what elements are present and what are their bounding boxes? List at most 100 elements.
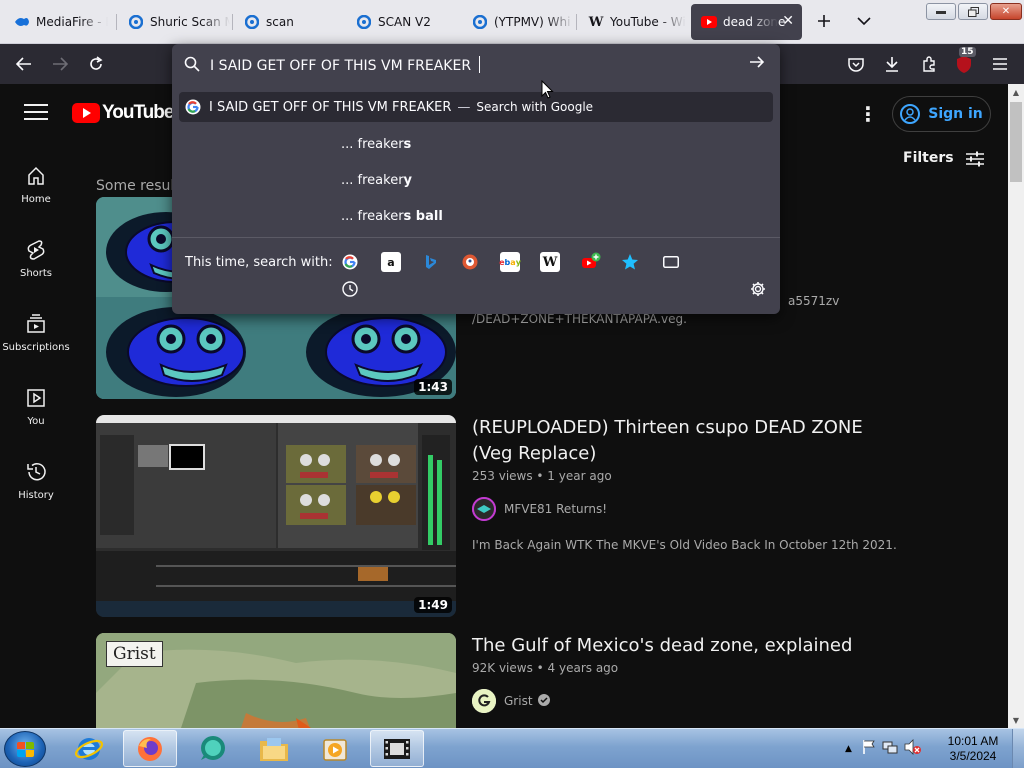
back-arrow-icon[interactable] — [12, 52, 36, 76]
sidebar-item-home[interactable]: Home — [0, 164, 72, 205]
history-clock-icon[interactable] — [342, 281, 360, 299]
amazon-engine-icon[interactable]: a — [381, 252, 401, 272]
firefox-swirl-icon — [128, 14, 144, 30]
verified-badge-icon — [537, 693, 550, 709]
more-options-icon[interactable]: ⋮ — [858, 102, 878, 126]
restore-window-button[interactable] — [958, 3, 988, 20]
channel-link[interactable]: MFVE81 Returns! — [472, 497, 607, 521]
scrollbar-thumb[interactable] — [1010, 102, 1022, 182]
youtube-icon — [701, 14, 717, 30]
chat-app-taskbar-icon[interactable] — [185, 730, 239, 767]
wikipedia-engine-icon[interactable]: W — [540, 252, 560, 272]
downloads-icon[interactable] — [880, 52, 904, 76]
start-button[interactable] — [4, 731, 46, 767]
scroll-up-icon[interactable]: ▲ — [1008, 84, 1024, 100]
file-explorer-taskbar-icon[interactable] — [247, 730, 301, 767]
home-icon — [24, 164, 48, 188]
search-suggestion-main[interactable]: I SAID GET OFF OF THIS VM FREAKER — Sear… — [179, 92, 773, 122]
minimize-window-button[interactable] — [926, 3, 956, 20]
media-player-taskbar-icon[interactable] — [308, 730, 362, 767]
pocket-icon[interactable] — [844, 52, 868, 76]
tab-scan-v2[interactable]: SCAN V2 — [346, 4, 458, 40]
sidebar-label: Home — [21, 194, 51, 205]
search-icon — [184, 56, 200, 76]
sign-in-button[interactable]: Sign in — [892, 96, 991, 132]
video-title[interactable]: The Gulf of Mexico's dead zone, explaine… — [472, 633, 892, 659]
extension-badge: 15 — [959, 47, 976, 57]
address-bar[interactable]: I SAID GET OFF OF THIS VM FREAKER — [172, 44, 780, 84]
reload-icon[interactable] — [84, 52, 108, 76]
tabs-icon[interactable] — [661, 252, 681, 272]
sidebar-label: Subscriptions — [2, 342, 70, 353]
duckduckgo-engine-icon[interactable] — [460, 252, 480, 272]
scroll-down-icon[interactable]: ▼ — [1008, 712, 1024, 728]
ebay-engine-icon[interactable]: ebay — [499, 252, 521, 272]
show-hidden-icons-icon[interactable]: ▲ — [845, 744, 852, 754]
list-all-tabs-button[interactable] — [853, 10, 875, 32]
history-icon — [24, 460, 48, 484]
video-meta: 253 views • 1 year ago — [472, 469, 612, 483]
video-title[interactable]: (REUPLOADED) Thirteen csupo DEAD ZONE (V… — [472, 415, 892, 467]
sidebar-label: Shorts — [19, 268, 53, 279]
subscriptions-icon — [24, 312, 48, 336]
firefox-taskbar-icon[interactable] — [123, 730, 177, 767]
tab-title: SCAN V2 — [378, 15, 431, 29]
show-desktop-button[interactable] — [1012, 729, 1024, 768]
google-engine-icon[interactable] — [340, 252, 360, 272]
new-tab-button[interactable] — [813, 10, 835, 32]
bing-engine-icon[interactable] — [421, 252, 441, 272]
close-window-button[interactable]: ✕ — [990, 3, 1022, 20]
bookmarks-star-icon[interactable] — [620, 252, 640, 272]
filters-button[interactable]: Filters — [903, 150, 984, 167]
film-editor-taskbar-icon[interactable] — [370, 730, 424, 767]
internet-explorer-taskbar-icon[interactable] — [62, 730, 116, 767]
forward-arrow-icon[interactable] — [48, 52, 72, 76]
tab-dead-zone[interactable]: dead zone ✕ — [691, 4, 802, 40]
youtube-logo[interactable]: YouTube — [72, 102, 174, 124]
wikipedia-icon: W — [588, 14, 604, 30]
firefox-swirl-icon — [472, 14, 488, 30]
tab-mediafire[interactable]: MediaFire - Fi — [4, 4, 108, 40]
suggestion-text: I SAID GET OFF OF THIS VM FREAKER — [209, 99, 452, 115]
hamburger-menu-icon[interactable] — [988, 52, 1012, 76]
sidebar-item-subscriptions[interactable]: Subscriptions — [0, 312, 72, 353]
avatar — [472, 497, 496, 521]
tab-scan[interactable]: scan — [234, 4, 346, 40]
sidebar-item-shorts[interactable]: Shorts — [0, 238, 72, 279]
guide-menu-icon[interactable] — [24, 104, 48, 122]
taskbar-clock[interactable]: 10:01 AM 3/5/2024 — [944, 734, 1002, 764]
tab-ytpmv[interactable]: (YTPMV) Whi — [462, 4, 574, 40]
tab-youtube-wiki[interactable]: W YouTube - Wi — [578, 4, 686, 40]
sidebar-item-you[interactable]: You — [0, 386, 72, 427]
address-bar-text[interactable]: I SAID GET OFF OF THIS VM FREAKER — [210, 56, 481, 74]
system-tray: ▲ — [845, 729, 922, 768]
filters-icon — [965, 151, 984, 167]
search-suggestion[interactable]: ... freakers ball — [341, 209, 443, 224]
close-tab-icon[interactable]: ✕ — [782, 14, 794, 28]
youtube-wordmark: YouTube — [102, 102, 174, 123]
youtube-play-icon — [72, 103, 100, 123]
windows-taskbar: ▲ 10:01 AM 3/5/2024 — [0, 728, 1024, 768]
youtube-engine-icon[interactable] — [581, 252, 601, 272]
sidebar-label: You — [27, 416, 45, 427]
ublock-extension-icon[interactable]: 15 — [952, 47, 976, 76]
video-thumbnail-3[interactable]: Grist — [96, 633, 456, 728]
action-center-flag-icon[interactable] — [862, 739, 876, 759]
extensions-icon[interactable] — [917, 52, 941, 76]
search-suggestion[interactable]: ... freakery — [341, 173, 412, 188]
go-arrow-icon[interactable] — [749, 54, 765, 74]
video-description: I'm Back Again WTK The MKVE's Old Video … — [472, 538, 897, 552]
video-thumbnail-2[interactable]: 1:49 — [96, 415, 456, 617]
search-suggestion[interactable]: ... freakers — [341, 137, 411, 152]
thumbnail-brand-label: Grist — [106, 641, 163, 667]
tab-shuric-scan[interactable]: Shuric Scan M — [118, 4, 230, 40]
network-icon[interactable] — [882, 739, 898, 759]
page-scrollbar[interactable]: ▲ ▼ — [1008, 84, 1024, 728]
firefox-swirl-icon — [244, 14, 260, 30]
channel-link[interactable]: Grist — [472, 689, 550, 713]
urlbar-dropdown: I SAID GET OFF OF THIS VM FREAKER I SAID… — [172, 44, 780, 314]
channel-name: Grist — [504, 694, 533, 708]
volume-muted-icon[interactable] — [904, 739, 922, 759]
sidebar-item-history[interactable]: History — [0, 460, 72, 501]
search-settings-gear-icon[interactable] — [750, 281, 768, 299]
